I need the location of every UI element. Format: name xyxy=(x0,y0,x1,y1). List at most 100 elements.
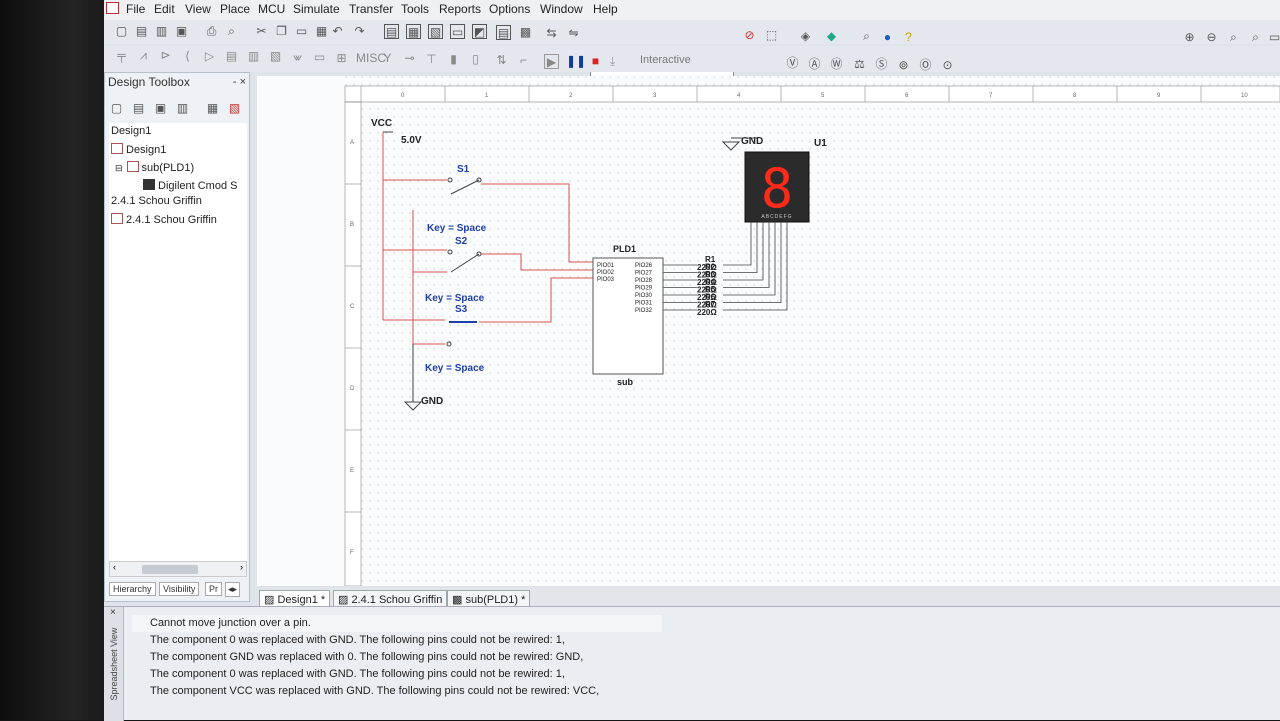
menu-tools[interactable]: Tools xyxy=(401,2,429,16)
message-row[interactable]: The component VCC was replaced with GND.… xyxy=(132,683,1232,700)
message-row[interactable]: The component 0 was replaced with GND. T… xyxy=(132,666,1232,683)
tab-project[interactable]: Pr xyxy=(205,582,222,596)
new-design-icon[interactable]: ▢ xyxy=(109,101,124,116)
tree-item-design1-root[interactable]: Design1 xyxy=(111,125,151,137)
message-row[interactable]: The component 0 was replaced with GND. T… xyxy=(132,632,1232,649)
pause-icon[interactable]: ❚❚ xyxy=(566,54,586,69)
place-transistor-icon[interactable]: ⟨ xyxy=(180,49,195,64)
variant-icon[interactable]: ⬚ xyxy=(764,28,779,43)
menu-edit[interactable]: Edit xyxy=(154,2,175,16)
open-folder-icon[interactable]: ▤ xyxy=(134,24,149,39)
sim-list-icon[interactable]: ▧ xyxy=(428,24,443,39)
schematic-canvas[interactable]: 0 1 2 3 4 5 6 7 8 9 10 ABCDEF VCC 5.0V S1 Key = Sp… xyxy=(257,76,1280,586)
tab-visibility[interactable]: Visibility xyxy=(159,582,200,596)
save-design-icon[interactable]: ▣ xyxy=(153,101,168,116)
place-cmos-icon[interactable]: ▥ xyxy=(246,49,261,64)
place-power-icon[interactable]: ⊞ xyxy=(334,51,349,66)
menu-view[interactable]: View xyxy=(185,2,211,16)
menu-options[interactable]: Options xyxy=(489,2,530,16)
menu-reports[interactable]: Reports xyxy=(439,2,481,16)
menu-file[interactable]: File xyxy=(126,2,145,16)
instrument-counter-icon[interactable]: ⊚ xyxy=(896,58,911,73)
remove-design-icon[interactable]: ▦ xyxy=(205,101,220,116)
place-diode-icon[interactable]: ⊳ xyxy=(158,48,173,63)
print-icon[interactable]: ⎙ xyxy=(204,24,219,39)
menu-simulate[interactable]: Simulate xyxy=(293,2,340,16)
copy-icon[interactable]: ❐ xyxy=(274,24,289,39)
zoom-out-icon[interactable]: ⊖ xyxy=(1204,30,1219,45)
play-icon[interactable]: ▶ xyxy=(544,54,559,69)
print-preview-icon[interactable]: ⌕ xyxy=(224,24,239,39)
find-icon[interactable]: ⌕ xyxy=(859,29,874,44)
place-mcu-icon[interactable]: ▯ xyxy=(468,52,483,67)
toolbox-toggle-icon[interactable]: ▤ xyxy=(384,24,399,39)
app-icon[interactable] xyxy=(106,2,119,14)
place-ttl-icon[interactable]: ▤ xyxy=(224,49,239,64)
new-file-icon[interactable]: ▢ xyxy=(114,24,129,39)
place-analog-icon[interactable]: ▷ xyxy=(202,49,217,64)
place-electromech-icon[interactable]: ⊸ xyxy=(402,51,417,66)
fullscreen-icon[interactable]: ▭ xyxy=(1267,30,1280,45)
instrument-generator-icon[interactable]: Ⓐ xyxy=(807,57,822,72)
tab-hierarchy[interactable]: Hierarchy xyxy=(109,582,156,596)
help-icon[interactable]: ? xyxy=(901,30,916,45)
undo-icon[interactable]: ↶ xyxy=(330,24,345,39)
collapse-icon[interactable]: ⊟ xyxy=(115,163,123,173)
redo-icon[interactable]: ↷ xyxy=(352,24,367,39)
menu-place[interactable]: Place xyxy=(220,2,250,16)
save-icon[interactable]: ▣ xyxy=(174,24,189,39)
close-icon[interactable]: × xyxy=(110,607,116,618)
place-misc-digital-icon[interactable]: ▧ xyxy=(268,49,283,64)
interactive-mode-label[interactable]: Interactive xyxy=(640,54,691,66)
place-ni-icon[interactable]: ⊤ xyxy=(424,52,439,67)
place-connector-icon[interactable]: ▮ xyxy=(446,52,461,67)
zoom-area-icon[interactable]: ⌕ xyxy=(1226,30,1241,45)
scroll-right-icon[interactable]: › xyxy=(240,562,243,572)
place-rf-icon[interactable]: Y xyxy=(380,51,395,66)
description-icon[interactable]: ▤ xyxy=(496,25,511,40)
tree-item-sub-pld1[interactable]: ⊟ sub(PLD1) xyxy=(115,161,194,174)
delete-icon[interactable]: ▦ xyxy=(314,24,329,39)
place-basic-icon[interactable]: ⩘ xyxy=(136,48,151,63)
tree-item-digilent-cmod[interactable]: Digilent Cmod S xyxy=(143,179,237,192)
instrument-bode-icon[interactable]: Ⓢ xyxy=(874,57,889,72)
instrument-word-icon[interactable]: Ⓞ xyxy=(918,58,933,73)
place-misc-icon[interactable]: MISC xyxy=(356,51,386,66)
instrument-logic-icon[interactable]: ⊙ xyxy=(940,58,955,73)
instrument-wattmeter-icon[interactable]: Ⓦ xyxy=(829,57,844,72)
message-row[interactable]: The component GND was replaced with 0. T… xyxy=(132,649,1232,666)
db-manager-icon[interactable]: ▭ xyxy=(450,24,465,39)
project-icon[interactable]: ▧ xyxy=(227,101,242,116)
web-icon[interactable]: ● xyxy=(880,30,895,45)
tree-horizontal-scrollbar[interactable]: ‹ › xyxy=(109,561,247,577)
instrument-scope-icon[interactable]: ⚖ xyxy=(852,57,867,72)
postprocessor-icon[interactable]: ▩ xyxy=(518,25,533,40)
scroll-left-icon[interactable]: ‹ xyxy=(113,562,116,572)
export-icon[interactable]: ◆ xyxy=(824,29,839,44)
erc-icon[interactable]: ⊘ xyxy=(742,28,757,43)
forward-annotate-icon[interactable]: ⇋ xyxy=(566,26,581,41)
menu-mcu[interactable]: MCU xyxy=(258,2,285,16)
panel-close-icon[interactable]: - × xyxy=(233,76,246,88)
instrument-multimeter-icon[interactable]: Ⓥ xyxy=(785,56,800,71)
place-hierarchical-icon[interactable]: ⇅ xyxy=(494,53,509,68)
tree-item-schou-griffin[interactable]: 2.4.1 Schou Griffin xyxy=(111,213,217,226)
menu-window[interactable]: Window xyxy=(540,2,583,16)
open-sample-icon[interactable]: ▥ xyxy=(154,24,169,39)
menu-help[interactable]: Help xyxy=(593,2,618,16)
place-bus-icon[interactable]: ⌐ xyxy=(516,53,531,68)
transfer-icon[interactable]: ◈ xyxy=(798,29,813,44)
scroll-thumb[interactable] xyxy=(142,565,198,574)
tree-item-design1[interactable]: Design1 xyxy=(111,143,166,156)
grapher-icon[interactable]: ◩ xyxy=(472,24,487,39)
tree-item-schou-griffin-root[interactable]: 2.4.1 Schou Griffin xyxy=(111,195,202,207)
zoom-in-icon[interactable]: ⊕ xyxy=(1182,30,1197,45)
spreadsheet-toggle-icon[interactable]: ▦ xyxy=(406,24,421,39)
zoom-sheet-icon[interactable]: ⌕ xyxy=(1248,30,1263,45)
cut-icon[interactable]: ✂ xyxy=(254,24,269,39)
open-design-icon[interactable]: ▤ xyxy=(131,101,146,116)
tab-scroll-icon[interactable]: ◂▸ xyxy=(225,582,241,597)
paste-icon[interactable]: ▭ xyxy=(294,24,309,39)
place-indicator-icon[interactable]: ▭ xyxy=(312,50,327,65)
message-row[interactable]: Cannot move junction over a pin. xyxy=(132,615,662,632)
